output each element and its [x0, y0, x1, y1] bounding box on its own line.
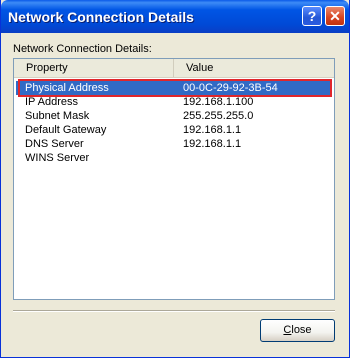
close-button-label: lose: [291, 324, 312, 336]
close-button[interactable]: Close: [260, 319, 335, 342]
value-cell: 192.168.1.100: [183, 96, 254, 108]
list-header: Property Value: [14, 59, 334, 78]
question-mark-icon: ?: [307, 8, 317, 24]
title-close-button[interactable]: ✕: [325, 6, 345, 26]
list-row-dns-server[interactable]: DNS Server 192.168.1.1: [16, 137, 332, 151]
value-cell: 255.255.255.0: [183, 110, 254, 122]
network-connection-details-dialog: Network Connection Details ? ✕ Network C…: [0, 0, 350, 358]
column-header-value[interactable]: Value: [174, 59, 334, 77]
window-title: Network Connection Details: [8, 9, 194, 25]
property-cell: WINS Server: [25, 152, 90, 164]
value-cell: 192.168.1.1: [183, 138, 242, 150]
separator-line: [13, 310, 335, 312]
value-cell: 00-0C-29-92-3B-54: [183, 82, 278, 94]
property-cell: DNS Server: [25, 138, 84, 150]
column-header-property[interactable]: Property: [14, 59, 174, 77]
list-row-physical-address[interactable]: Physical Address 00-0C-29-92-3B-54: [16, 81, 332, 95]
help-button[interactable]: ?: [302, 6, 322, 26]
close-icon: ✕: [329, 8, 341, 24]
value-cell: 192.168.1.1: [183, 124, 242, 136]
list-row-default-gateway[interactable]: Default Gateway 192.168.1.1: [16, 123, 332, 137]
property-cell: Subnet Mask: [25, 110, 90, 122]
details-list[interactable]: Property Value Physical Address 00-0C-29…: [13, 58, 335, 300]
list-row-subnet-mask[interactable]: Subnet Mask 255.255.255.0: [16, 109, 332, 123]
list-row-wins-server[interactable]: WINS Server: [16, 151, 332, 165]
list-row-ip-address[interactable]: IP Address 192.168.1.100: [16, 95, 332, 109]
property-cell: Default Gateway: [25, 124, 107, 136]
property-cell: Physical Address: [25, 82, 109, 94]
property-cell: IP Address: [25, 96, 78, 108]
title-bar[interactable]: Network Connection Details ? ✕: [1, 0, 349, 33]
details-label: Network Connection Details:: [13, 43, 152, 55]
